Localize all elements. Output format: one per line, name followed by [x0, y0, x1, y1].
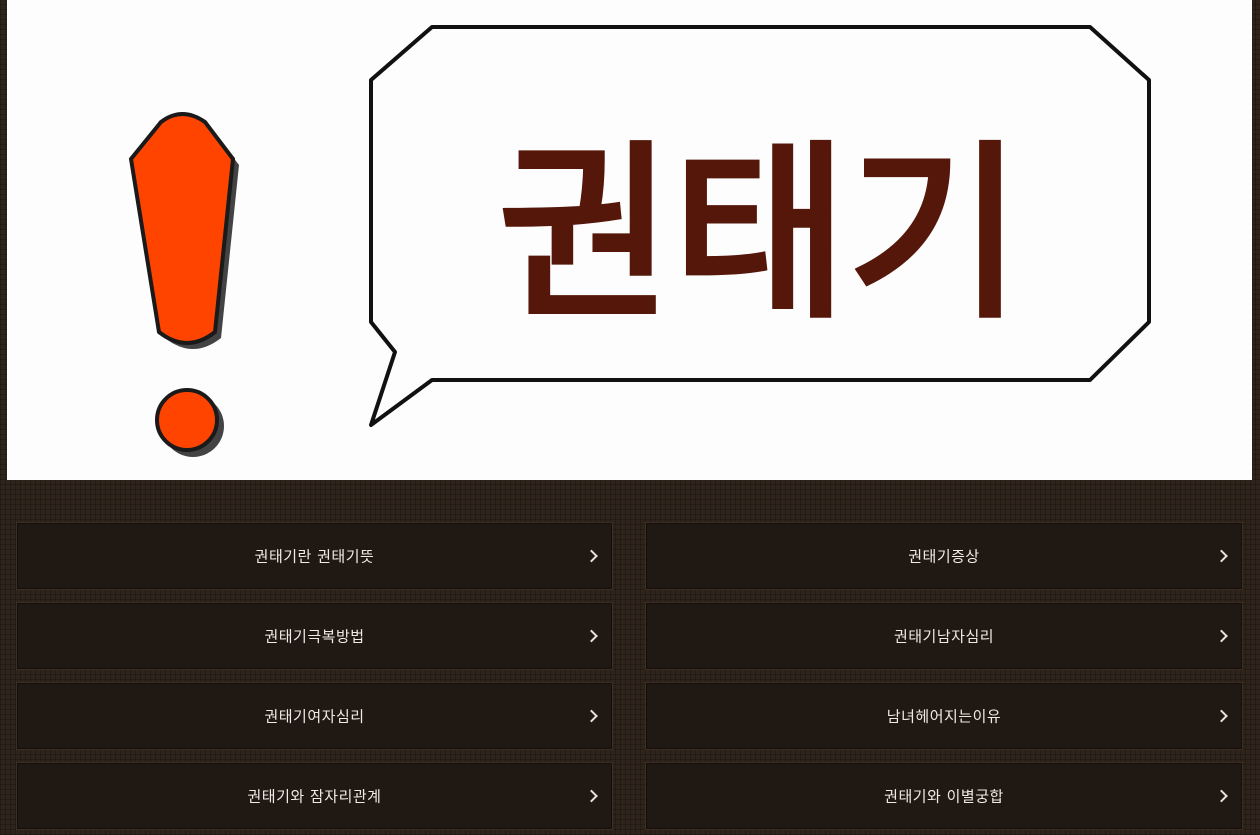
- menu-button-label: 남녀헤어지는이유: [886, 707, 1002, 726]
- menu-button-3[interactable]: 권태기극복방법: [16, 602, 613, 670]
- menu-button-1[interactable]: 권태기란 권태기뜻: [16, 522, 613, 590]
- menu-button-2[interactable]: 권태기증상: [645, 522, 1243, 590]
- menu-button-label: 권태기남자심리: [893, 627, 995, 646]
- header-banner: 권태기: [7, 0, 1252, 480]
- menu-button-7[interactable]: 권태기와 잠자리관계: [16, 762, 613, 830]
- menu-button-4[interactable]: 권태기남자심리: [645, 602, 1243, 670]
- menu-button-8[interactable]: 권태기와 이별궁합: [645, 762, 1243, 830]
- menu-button-label: 권태기여자심리: [264, 707, 365, 726]
- menu-button-label: 권태기증상: [908, 547, 980, 566]
- menu-button-5[interactable]: 권태기여자심리: [16, 682, 613, 750]
- menu-grid: 권태기란 권태기뜻 권태기증상 권태기극복방법 권태기남자심리 권태기여자심리 …: [16, 522, 1244, 835]
- menu-button-label: 권태기극복방법: [264, 627, 365, 646]
- banner-title: 권태기: [498, 124, 1022, 345]
- menu-button-label: 권태기와 잠자리관계: [247, 787, 382, 806]
- menu-button-label: 권태기란 권태기뜻: [254, 547, 375, 566]
- banner-illustration: 권태기: [128, 25, 1151, 457]
- exclamation-mark-icon: [128, 112, 239, 457]
- menu-button-label: 권태기와 이별궁합: [884, 787, 1004, 806]
- menu-button-6[interactable]: 남녀헤어지는이유: [645, 682, 1243, 750]
